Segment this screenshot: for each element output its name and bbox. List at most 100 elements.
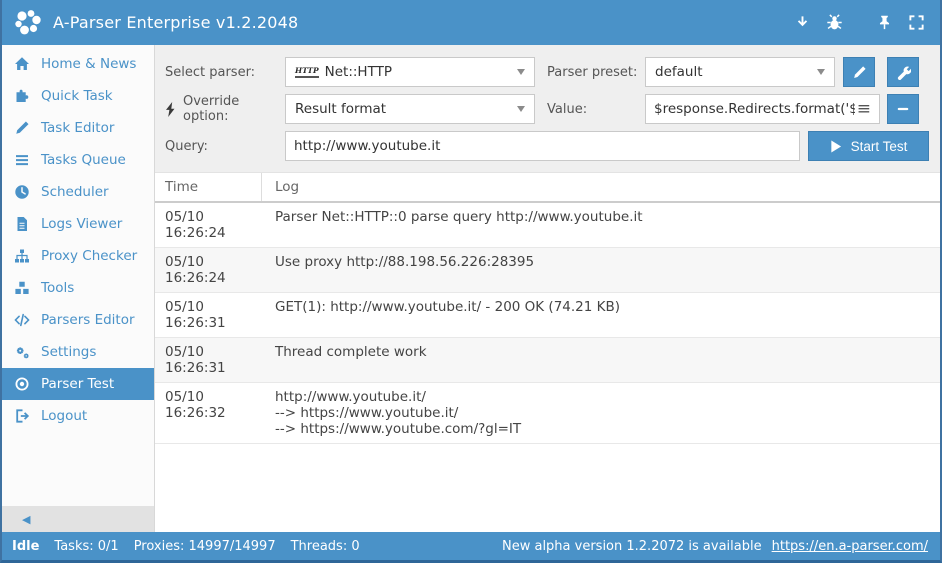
parser-settings-button[interactable] — [887, 57, 919, 87]
sidebar-item-label: Tools — [41, 280, 74, 296]
home-icon — [14, 56, 30, 72]
log-time-cell: 05/10 16:26:31 — [155, 338, 262, 382]
status-proxies: Proxies: 14997/14997 — [134, 539, 276, 554]
sidebar-item-task-editor[interactable]: Task Editor — [2, 112, 154, 144]
sidebar-item-proxy-checker[interactable]: Proxy Checker — [2, 240, 154, 272]
sidebar-item-logs-viewer[interactable]: Logs Viewer — [2, 208, 154, 240]
play-icon — [830, 140, 842, 153]
sidebar-item-label: Quick Task — [41, 88, 113, 104]
app-title: A-Parser Enterprise v1.2.2048 — [53, 13, 298, 32]
target-icon — [14, 376, 30, 392]
start-test-label: Start Test — [851, 139, 908, 154]
titlebar: A-Parser Enterprise v1.2.2048 — [2, 0, 940, 45]
value-label: Value: — [535, 102, 645, 117]
sitemap-icon — [14, 248, 30, 264]
bug-icon[interactable] — [825, 13, 844, 32]
log-message-cell: http://www.youtube.it/ --> https://www.y… — [262, 383, 531, 443]
app-window: A-Parser Enterprise v1.2.2048 — [0, 0, 942, 563]
pencil-icon — [852, 65, 867, 80]
override-option-label: Override option: — [183, 94, 285, 124]
sidebar-item-parser-test[interactable]: Parser Test — [2, 368, 154, 400]
value-input-text: $response.Redirects.format('$URI\n — [654, 101, 855, 117]
override-option-row-label: Override option: — [165, 94, 285, 124]
minus-icon — [896, 102, 910, 116]
sidebar-item-logout[interactable]: Logout — [2, 400, 154, 432]
list-icon — [14, 152, 30, 168]
pin-icon[interactable] — [875, 13, 894, 32]
log-row: 05/10 16:26:24 Parser Net::HTTP::0 parse… — [155, 203, 940, 248]
pencil-icon — [14, 120, 30, 136]
bolt-icon — [165, 102, 176, 117]
collapse-arrow-icon: ◀ — [22, 513, 30, 526]
log-time-cell: 05/10 16:26:24 — [155, 203, 262, 247]
value-input[interactable]: $response.Redirects.format('$URI\n ≡ — [645, 94, 880, 124]
parser-test-form: Select parser: HTTP Net::HTTP Parser pre… — [155, 45, 940, 172]
gears-icon — [14, 344, 30, 360]
column-header-time[interactable]: Time — [155, 173, 262, 201]
sidebar-item-scheduler[interactable]: Scheduler — [2, 176, 154, 208]
query-label: Query: — [165, 139, 285, 154]
expand-editor-icon[interactable]: ≡ — [857, 101, 871, 118]
status-threads: Threads: 0 — [291, 539, 360, 554]
code-icon — [14, 312, 30, 328]
sidebar-item-tools[interactable]: Tools — [2, 272, 154, 304]
statusbar: Idle Tasks: 0/1 Proxies: 14997/14997 Thr… — [2, 532, 940, 560]
query-input-text: http://www.youtube.it — [294, 138, 440, 154]
sidebar-item-home-news[interactable]: Home & News — [2, 48, 154, 80]
wrench-icon — [896, 65, 911, 80]
parser-preset-select[interactable]: default — [645, 57, 835, 87]
puzzle-icon — [14, 88, 30, 104]
parser-select-value: Net::HTTP — [325, 64, 392, 80]
sidebar-item-tasks-queue[interactable]: Tasks Queue — [2, 144, 154, 176]
log-time-cell: 05/10 16:26:31 — [155, 293, 262, 337]
log-row: 05/10 16:26:24 Use proxy http://88.198.5… — [155, 248, 940, 293]
chevron-down-icon — [517, 106, 525, 112]
log-time-cell: 05/10 16:26:24 — [155, 248, 262, 292]
sidebar-item-label: Proxy Checker — [41, 248, 137, 264]
sidebar-item-label: Logout — [41, 408, 87, 424]
log-row: 05/10 16:26:31 GET(1): http://www.youtub… — [155, 293, 940, 338]
chevron-down-icon — [817, 69, 825, 75]
sidebar-item-label: Settings — [41, 344, 96, 360]
update-link[interactable]: https://en.a-parser.com/ — [772, 539, 928, 554]
log-message-cell: Parser Net::HTTP::0 parse query http://w… — [262, 203, 653, 247]
sidebar-item-quick-task[interactable]: Quick Task — [2, 80, 154, 112]
log-message-cell: Thread complete work — [262, 338, 437, 382]
parser-preset-value: default — [655, 64, 703, 80]
log-table-header: Time Log — [155, 172, 940, 203]
download-icon[interactable] — [793, 13, 812, 32]
remove-override-button[interactable] — [887, 94, 919, 124]
cubes-icon — [14, 280, 30, 296]
parser-preset-label: Parser preset: — [535, 65, 645, 80]
log-message-cell: Use proxy http://88.198.56.226:28395 — [262, 248, 544, 292]
log-row: 05/10 16:26:32 http://www.youtube.it/ --… — [155, 383, 940, 444]
sidebar-item-label: Scheduler — [41, 184, 109, 200]
sidebar-item-label: Logs Viewer — [41, 216, 122, 232]
start-test-button[interactable]: Start Test — [808, 131, 929, 161]
override-option-value: Result format — [295, 101, 386, 117]
sidebar-item-label: Home & News — [41, 56, 136, 72]
main-content: Select parser: HTTP Net::HTTP Parser pre… — [155, 45, 940, 532]
sidebar-item-label: Task Editor — [41, 120, 114, 136]
select-parser-label: Select parser: — [165, 65, 285, 80]
sidebar-collapse-button[interactable]: ◀ — [2, 506, 154, 532]
http-parser-icon: HTTP — [295, 66, 319, 78]
sidebar-item-label: Parsers Editor — [41, 312, 135, 328]
logout-icon — [14, 408, 30, 424]
parser-select[interactable]: HTTP Net::HTTP — [285, 57, 535, 87]
override-option-select[interactable]: Result format — [285, 94, 535, 124]
log-table-body: 05/10 16:26:24 Parser Net::HTTP::0 parse… — [155, 203, 940, 444]
status-tasks: Tasks: 0/1 — [54, 539, 118, 554]
column-header-log[interactable]: Log — [262, 173, 299, 201]
log-row: 05/10 16:26:31 Thread complete work — [155, 338, 940, 383]
update-available-text: New alpha version 1.2.2072 is available — [502, 539, 762, 554]
sidebar-item-parsers-editor[interactable]: Parsers Editor — [2, 304, 154, 336]
aparser-logo-icon — [12, 7, 44, 39]
file-icon — [14, 216, 30, 232]
query-input[interactable]: http://www.youtube.it — [285, 131, 800, 161]
edit-preset-button[interactable] — [843, 57, 875, 87]
sidebar-item-settings[interactable]: Settings — [2, 336, 154, 368]
fullscreen-icon[interactable] — [907, 13, 926, 32]
chevron-down-icon — [517, 69, 525, 75]
sidebar-item-label: Parser Test — [41, 376, 114, 392]
